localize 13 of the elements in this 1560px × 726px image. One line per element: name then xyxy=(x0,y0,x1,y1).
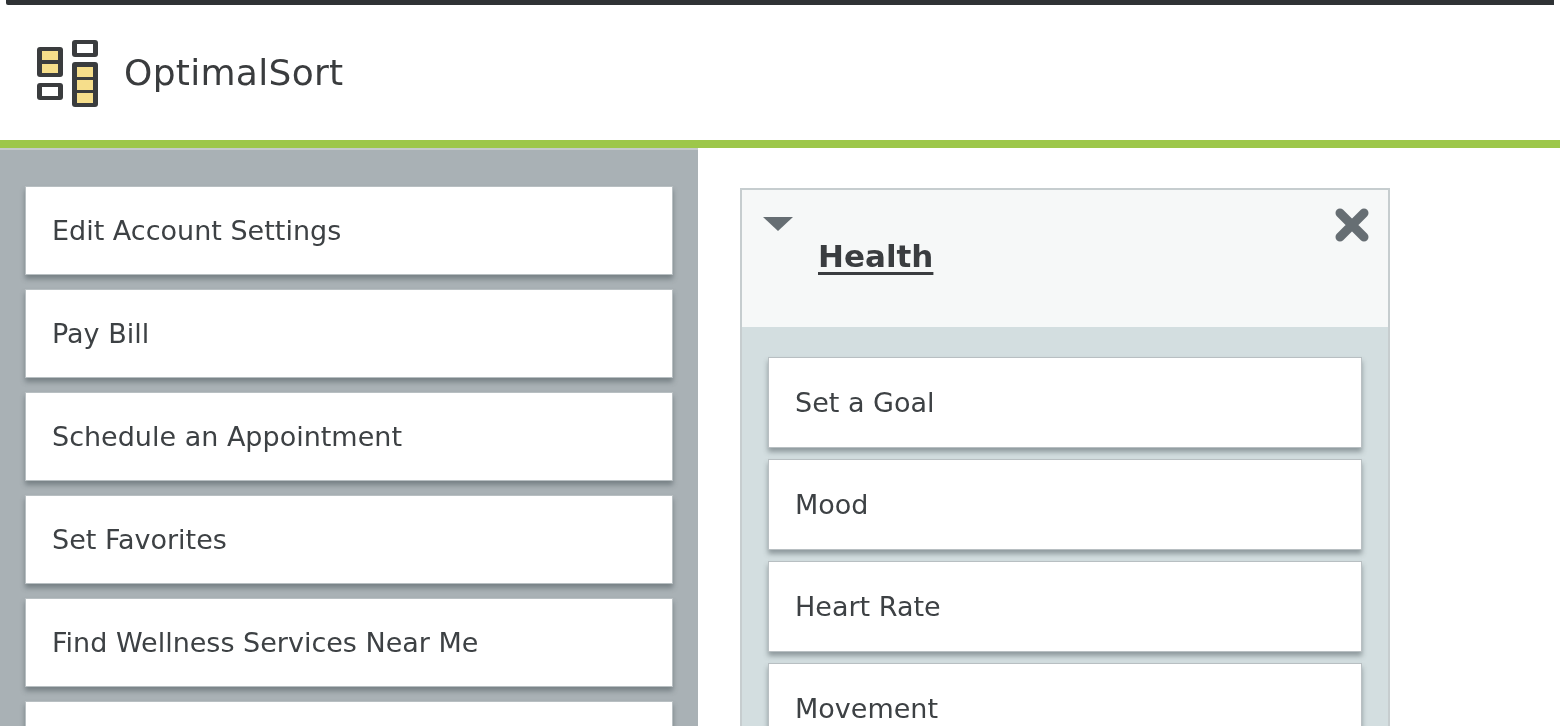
caret-icon[interactable] xyxy=(762,215,794,233)
sort-card[interactable]: Set Favorites xyxy=(25,495,673,584)
sort-card[interactable]: Heart Rate xyxy=(768,561,1362,652)
close-icon[interactable] xyxy=(1334,207,1370,243)
sort-card[interactable]: Pay Bill xyxy=(25,289,673,378)
sort-card[interactable]: Find Wellness Services Near Me xyxy=(25,598,673,687)
sort-card[interactable]: Movement xyxy=(768,663,1362,726)
category-title[interactable]: Health xyxy=(818,238,934,274)
sort-card[interactable]: Set a Goal xyxy=(768,357,1362,448)
sort-card[interactable]: Edit Account Settings xyxy=(25,186,673,275)
app-title: OptimalSort xyxy=(124,52,344,93)
sort-card[interactable]: Mood xyxy=(768,459,1362,550)
sort-card[interactable]: Schedule an Appointment xyxy=(25,392,673,481)
